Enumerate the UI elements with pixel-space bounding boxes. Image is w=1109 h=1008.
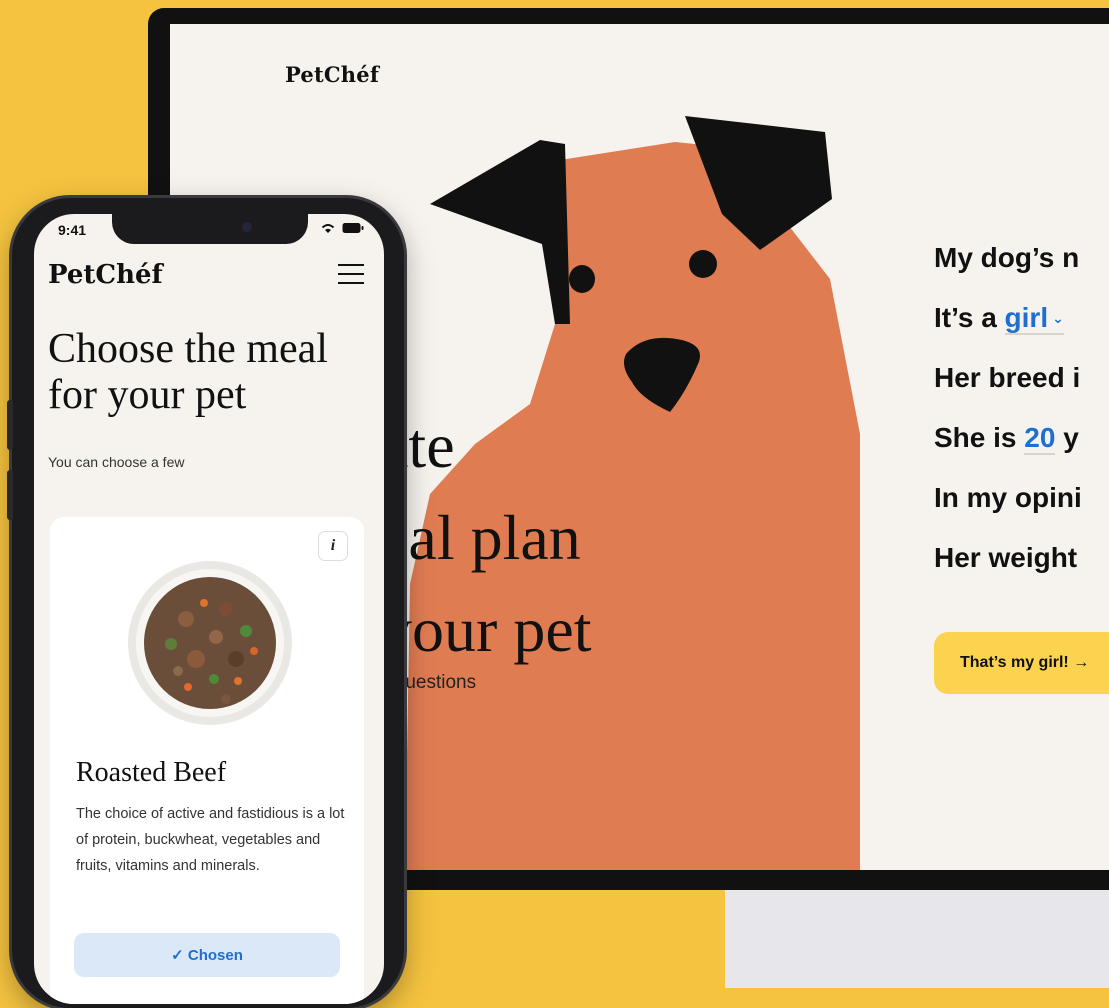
form-opinion-line: In my opini: [934, 482, 1082, 513]
submit-button[interactable]: That’s my girl! →: [934, 632, 1109, 694]
form-age-prefix: She is: [934, 422, 1025, 453]
hero-title-line: ate: [380, 410, 455, 481]
phone-notch: [112, 214, 308, 244]
info-button[interactable]: i: [318, 531, 348, 561]
pet-form: My dog’s n It’s a girl ⌄ Her breed i She …: [934, 234, 1082, 594]
phone-page-title: Choose the meal for your pet: [48, 326, 328, 418]
form-weight-line: Her weight: [934, 542, 1078, 573]
age-input[interactable]: 20: [1024, 422, 1056, 455]
hero-title: ate eal plan your pet: [380, 400, 592, 676]
dog-right-eye: [689, 250, 717, 278]
phone-screen: 9:41 PetChéf Choose the meal for your pe…: [34, 214, 384, 1004]
meal-bowl-image: [128, 561, 292, 725]
meal-card[interactable]: i Roasted Beef The choice of active and …: [50, 517, 364, 1004]
form-gender-prefix: It’s a: [934, 302, 1005, 333]
form-gender-line: It’s a girl ⌄: [934, 294, 1082, 354]
gender-value[interactable]: girl: [1005, 302, 1049, 333]
form-age-suffix: y: [1055, 422, 1079, 453]
wifi-icon: [322, 224, 335, 233]
meal-title: Roasted Beef: [76, 757, 227, 788]
phone-side-button: [7, 470, 13, 520]
dog-left-ear: [430, 140, 570, 324]
meal-description: The choice of active and fastidious is a…: [76, 806, 345, 874]
hero-title-line: your pet: [380, 594, 592, 665]
gender-select[interactable]: girl ⌄: [1004, 302, 1064, 335]
chosen-button[interactable]: ✓ Chosen: [74, 933, 340, 977]
dog-left-eye: [569, 265, 595, 293]
phone-title-line: for your pet: [48, 372, 247, 418]
chevron-down-icon[interactable]: ⌄: [1052, 310, 1064, 326]
hero-title-line: eal plan: [380, 502, 581, 573]
phone-side-button: [7, 400, 13, 450]
phone-subtitle: You can choose a few: [48, 454, 185, 470]
battery-icon: [342, 223, 364, 233]
phone-title-line: Choose the meal: [48, 326, 328, 372]
form-age-line: She is 20 y: [934, 414, 1082, 474]
status-icons: [320, 222, 364, 237]
form-name-line: My dog’s n: [934, 242, 1080, 273]
hamburger-menu-icon[interactable]: [338, 264, 364, 284]
form-breed-line: Her breed i: [934, 362, 1081, 393]
monitor-stand-shadow: [725, 888, 1109, 988]
status-time: 9:41: [58, 222, 87, 238]
phone-logo[interactable]: PetChéf: [48, 260, 163, 290]
camera-icon: [242, 222, 252, 232]
